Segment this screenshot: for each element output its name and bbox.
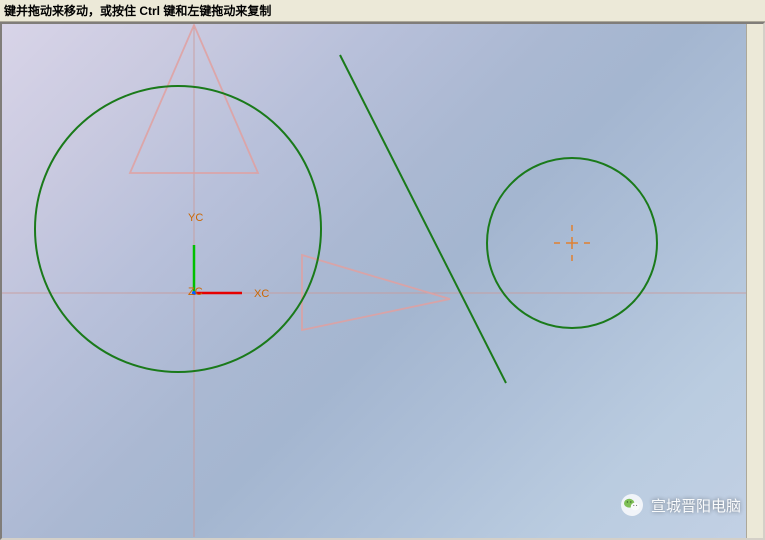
status-help-bar: 键并拖动来移动，或按住 Ctrl 键和左键拖动来复制 — [0, 0, 765, 22]
watermark-text: 宣城晋阳电脑 — [651, 495, 741, 516]
circle-large[interactable] — [35, 86, 321, 372]
cursor-marker — [554, 225, 590, 261]
app-window: 键并拖动来移动，或按住 Ctrl 键和左键拖动来复制 — [0, 0, 765, 540]
circles[interactable] — [35, 86, 657, 372]
help-text: 键并拖动来移动，或按住 Ctrl 键和左键拖动来复制 — [4, 2, 271, 19]
wechat-icon — [621, 494, 643, 516]
y-axis-label: YC — [188, 212, 203, 224]
canvas-frame: XC YC ZC — [0, 22, 765, 540]
drawing-svg: XC YC ZC — [2, 24, 746, 538]
x-axis-label: XC — [254, 288, 269, 300]
watermark: 宣城晋阳电脑 — [621, 494, 741, 516]
z-axis-label: ZC — [188, 286, 203, 298]
drawing-viewport[interactable]: XC YC ZC — [2, 24, 746, 538]
coordinate-triad[interactable]: XC YC ZC — [188, 212, 269, 300]
oblique-line[interactable] — [340, 55, 506, 383]
vertical-scrollbar[interactable] — [746, 24, 763, 538]
